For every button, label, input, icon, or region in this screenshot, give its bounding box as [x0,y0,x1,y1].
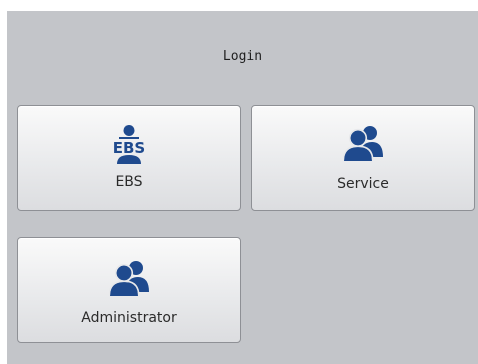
users-icon [108,260,149,297]
users-icon [342,125,383,162]
ebs-user-icon: EBS [109,124,149,164]
ebs-label: EBS [115,174,143,190]
svg-text:EBS: EBS [113,139,145,157]
ebs-login-button[interactable]: EBS EBS [17,105,241,211]
administrator-label: Administrator [81,310,177,326]
service-label: Service [337,176,389,192]
administrator-login-button[interactable]: Administrator [17,237,241,343]
page-title: Login [222,49,263,64]
service-login-button[interactable]: Service [251,105,475,211]
login-panel: Login EBS EBS Service Administrator [7,11,478,364]
